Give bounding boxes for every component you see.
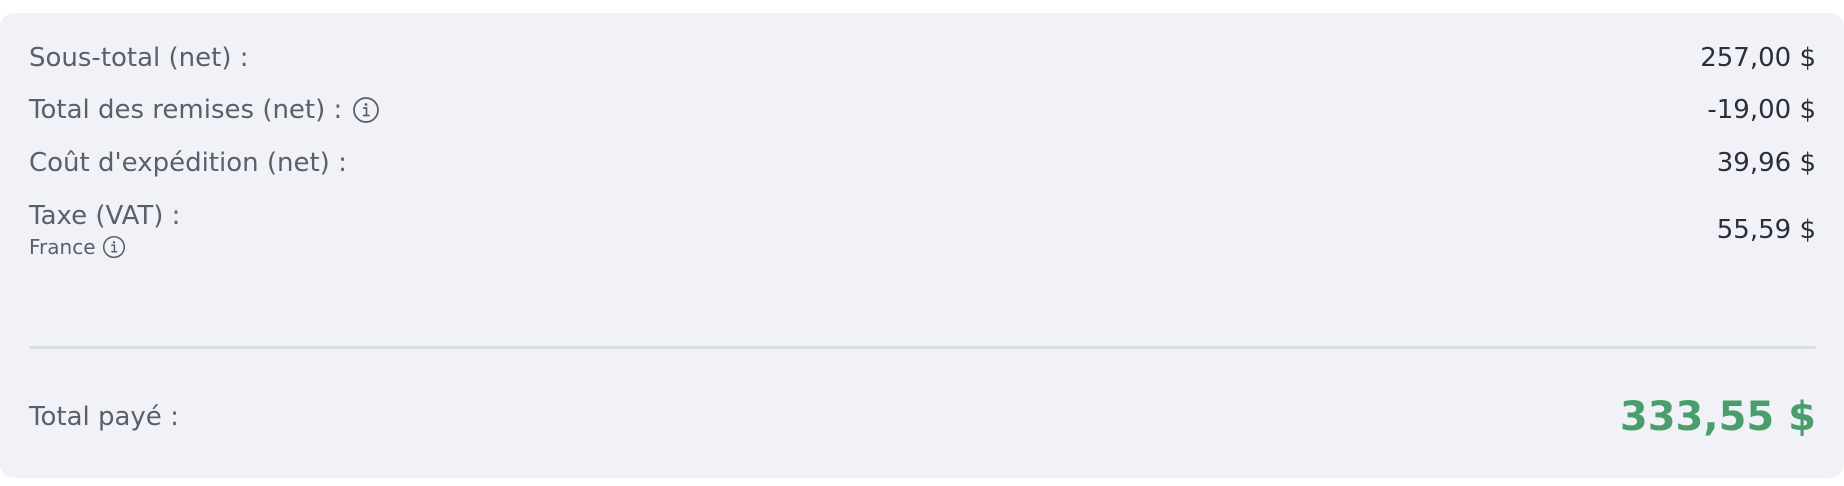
order-summary-card: Sous-total (net) : 257,00 $ Total des re… xyxy=(0,13,1844,478)
total-value: 333,55 $ xyxy=(1619,394,1816,440)
total-row: Total payé : 333,55 $ xyxy=(29,394,1816,440)
discounts-label-group: Total des remises (net) : xyxy=(29,95,380,125)
discounts-value: -19,00 $ xyxy=(1707,95,1816,125)
summary-divider xyxy=(29,346,1816,349)
total-label: Total payé : xyxy=(29,402,179,432)
discounts-row: Total des remises (net) : -19,00 $ xyxy=(29,95,1816,125)
tax-country-group: France xyxy=(29,235,180,259)
info-icon[interactable] xyxy=(352,96,380,124)
tax-country-label: France xyxy=(29,235,96,259)
subtotal-value: 257,00 $ xyxy=(1700,43,1816,73)
discounts-label: Total des remises (net) : xyxy=(29,95,343,125)
subtotal-label: Sous-total (net) : xyxy=(29,43,249,73)
tax-value: 55,59 $ xyxy=(1716,215,1816,245)
tax-label: Taxe (VAT) : xyxy=(29,201,181,231)
info-icon[interactable] xyxy=(102,235,126,259)
tax-label-group: Taxe (VAT) : France xyxy=(29,201,180,259)
shipping-row: Coût d'expédition (net) : 39,96 $ xyxy=(29,148,1816,178)
tax-row: Taxe (VAT) : France 55,59 $ xyxy=(29,201,1816,259)
subtotal-row: Sous-total (net) : 257,00 $ xyxy=(29,43,1816,73)
shipping-label: Coût d'expédition (net) : xyxy=(29,148,347,178)
shipping-value: 39,96 $ xyxy=(1716,148,1816,178)
